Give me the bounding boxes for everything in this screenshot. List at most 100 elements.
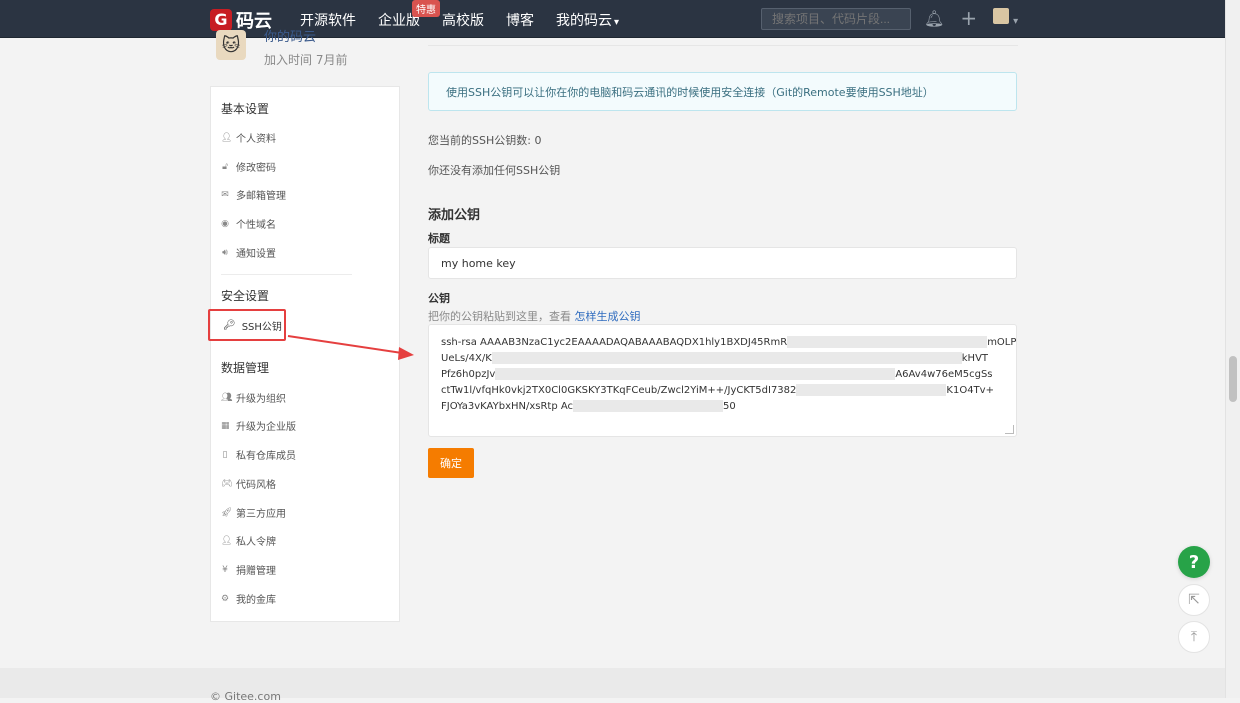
sidebar-item-upgrade-org[interactable]: 👥︎ 升级为组织	[221, 390, 286, 406]
sidebar-item-domain[interactable]: ◉ 个性域名	[221, 216, 276, 232]
nav-blog[interactable]: 博客	[506, 10, 534, 30]
arrow-up-icon: ⤒	[1190, 629, 1198, 645]
logo-mark: G	[210, 9, 232, 31]
rocket-icon: 🚀︎	[221, 507, 233, 518]
sidebar-item-password[interactable]: 🔓︎ 修改密码	[221, 159, 276, 175]
sidebar-item-label: 修改密码	[236, 163, 276, 174]
search-input[interactable]	[761, 8, 911, 30]
avatar	[993, 8, 1010, 24]
sidebar-item-notifications[interactable]: 🔊︎ 通知设置	[221, 245, 276, 261]
blurred-region	[491, 352, 962, 364]
page-scrollbar[interactable]	[1225, 0, 1240, 698]
sidebar-item-label: 代码风格	[236, 480, 276, 491]
section-security-settings: 安全设置	[221, 289, 270, 303]
sidebar-item-emails[interactable]: ✉ 多邮箱管理	[221, 187, 286, 203]
confirm-button[interactable]: 确定	[428, 448, 474, 478]
book-icon: ▯	[222, 449, 228, 460]
blurred-region	[495, 368, 896, 380]
add-key-heading: 添加公钥	[428, 208, 481, 223]
sidebar-item-upgrade-enterprise[interactable]: ▦ 升级为企业版	[221, 418, 296, 434]
sidebar-item-label: 个性域名	[236, 220, 276, 231]
key-title-value: my home key	[441, 256, 516, 270]
key-line: FJOYa3vKAYbxHN/xsRtp Ac 50	[441, 400, 736, 412]
sidebar-item-label: 通知设置	[236, 249, 276, 260]
ssh-key-count: 您当前的SSH公钥数: 0	[428, 134, 542, 147]
key-line: ctTw1l/vfqHk0vkj2TX0Cl0GKSKY3TKqFCeub/Zw…	[441, 384, 994, 396]
sidebar-item-label: 捐赠管理	[236, 566, 276, 577]
sidebar-item-tokens[interactable]: 👤︎ 私人令牌	[221, 533, 276, 549]
building-icon: ▦	[221, 420, 230, 431]
how-to-generate-link[interactable]: 怎样生成公钥	[575, 310, 641, 323]
profile-joined: 加入时间 7月前	[264, 53, 348, 67]
key-label: 公钥	[428, 292, 450, 305]
hot-badge: 特惠	[412, 0, 440, 17]
sidebar-item-private-members[interactable]: ▯ 私有仓库成员	[221, 447, 296, 463]
ssh-info-alert: 使用SSH公钥可以让你在你的电脑和码云通讯的时候使用安全连接（Git的Remot…	[428, 72, 1017, 111]
section-basic-settings: 基本设置	[221, 102, 270, 116]
lock-icon: 🔓︎	[222, 161, 228, 172]
nav-my-mayun[interactable]: 我的码云 ▾	[556, 10, 619, 30]
sidebar-item-label: 私有仓库成员	[236, 451, 296, 462]
public-key-textarea[interactable]: ssh-rsa AAAAB3NzaC1yc2EAAAADAQABAAABAQDX…	[428, 324, 1017, 437]
key-line: ssh-rsa AAAAB3NzaC1yc2EAAAADAQABAAABAQDX…	[441, 336, 1017, 348]
share-icon: ⇱	[1188, 592, 1200, 608]
help-button[interactable]: ?	[1178, 546, 1210, 578]
back-to-top-button[interactable]: ⤒	[1178, 621, 1210, 653]
compass-icon: ◉	[221, 218, 229, 229]
section-data-management: 数据管理	[221, 361, 270, 375]
sidebar-item-label: 个人资料	[236, 134, 276, 145]
footer-copyright: © Gitee.com	[210, 690, 281, 703]
sidebar-item-third-party[interactable]: 🚀︎ 第三方应用	[221, 505, 286, 521]
sidebar-item-donations[interactable]: ¥ 捐赠管理	[221, 562, 276, 578]
blurred-region	[787, 336, 988, 348]
title-label: 标题	[428, 232, 450, 245]
sidebar-item-label: 升级为企业版	[236, 422, 296, 433]
sidebar-item-label: 升级为组织	[236, 394, 286, 405]
user-icon: 👤︎	[221, 132, 233, 143]
profile-name[interactable]: 你的码云	[264, 26, 316, 45]
key-hint: 把你的公钥粘贴到这里，查看 怎样生成公钥	[428, 308, 641, 324]
key-icon: 🔑︎	[223, 319, 236, 331]
sidebar-item-ssh-keys[interactable]: 🔑︎ SSH公钥	[208, 309, 286, 341]
nav-my-mayun-label: 我的码云	[556, 13, 612, 29]
sidebar-item-profile[interactable]: 👤︎ 个人资料	[221, 130, 276, 146]
sidebar-item-label: 我的金库	[236, 595, 276, 606]
main-nav: 开源软件 企业版 特惠 高校版 博客 我的码云 ▾	[300, 0, 619, 30]
blurred-region	[573, 400, 724, 412]
blurred-region	[796, 384, 947, 396]
plus-icon[interactable]: +	[960, 8, 977, 28]
footer	[0, 668, 1226, 698]
ssh-empty-message: 你还没有添加任何SSH公钥	[428, 164, 561, 177]
vault-icon: ⚙	[221, 593, 230, 604]
bell-icon[interactable]: 🔔︎	[924, 9, 944, 28]
top-icons: 🔔︎ + ▾	[924, 8, 1018, 28]
chevron-down-icon: ▾	[614, 17, 620, 28]
nav-campus[interactable]: 高校版	[442, 10, 484, 30]
sidebar-item-label: 多邮箱管理	[236, 191, 286, 202]
yen-icon: ¥	[222, 564, 228, 575]
sidebar-item-label: 第三方应用	[236, 509, 286, 520]
gamepad-icon: 🎮︎	[221, 478, 233, 489]
page-title-underline	[428, 45, 1018, 46]
key-line: UeLs/4X/K kHVT	[441, 352, 989, 364]
sidebar-item-label: SSH公钥	[241, 321, 282, 333]
sidebar-item-label: 私人令牌	[236, 537, 276, 548]
key-title-input[interactable]: my home key	[428, 247, 1017, 279]
sidebar-divider	[221, 274, 352, 275]
chevron-down-icon: ▾	[1013, 16, 1019, 27]
key-line: Pfz6h0pzJv A6Av4w76eM5cgSs	[441, 368, 993, 380]
share-button[interactable]: ⇱	[1178, 584, 1210, 616]
scrollbar-thumb[interactable]	[1229, 356, 1237, 402]
sidebar-item-vault[interactable]: ⚙ 我的金库	[221, 591, 276, 607]
key-hint-text: 把你的公钥粘贴到这里，查看	[428, 310, 575, 323]
mail-icon: ✉	[221, 189, 229, 200]
speaker-icon: 🔊︎	[222, 247, 228, 258]
resize-handle[interactable]	[1005, 425, 1014, 434]
users-icon: 👥︎	[221, 392, 233, 403]
top-navbar: G 码云 开源软件 企业版 特惠 高校版 博客 我的码云▾ 🔔︎ + ▾	[0, 0, 1226, 38]
user-menu[interactable]: ▾	[993, 8, 1018, 28]
profile-avatar[interactable]: 🐱	[216, 30, 246, 60]
person-lock-icon: 👤︎	[221, 535, 233, 546]
nav-enterprise[interactable]: 企业版 特惠	[378, 0, 440, 30]
sidebar-item-code-style[interactable]: 🎮︎ 代码风格	[221, 476, 276, 492]
